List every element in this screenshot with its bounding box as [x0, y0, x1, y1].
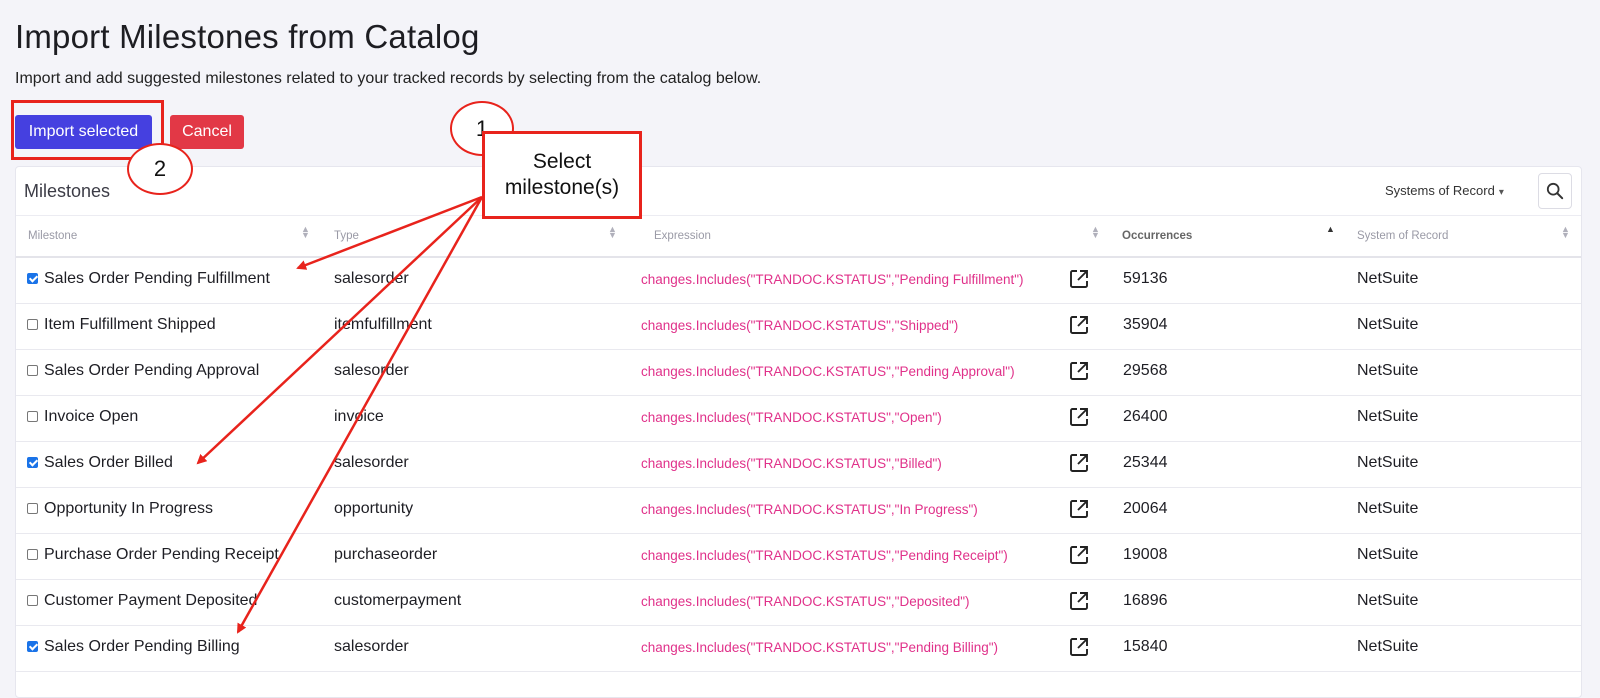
- system-of-record: NetSuite: [1357, 454, 1419, 471]
- occurrences-count: 59136: [1123, 270, 1168, 287]
- column-header-type[interactable]: Type: [334, 230, 359, 242]
- milestone-type: itemfulfillment: [334, 316, 432, 333]
- table-row: Invoice Open invoice changes.Includes("TRA…: [16, 395, 1581, 442]
- occurrences-count: 20064: [1123, 500, 1168, 517]
- table-row: Sales Order Pending Fulfillment salesorde…: [16, 257, 1581, 304]
- row-checkbox[interactable]: [27, 319, 38, 330]
- external-link-icon[interactable]: [1069, 545, 1089, 565]
- sort-icon[interactable]: ▲ ▼: [1091, 225, 1100, 240]
- milestone-name: Sales Order Billed: [44, 454, 173, 471]
- milestone-type: purchaseorder: [334, 546, 438, 563]
- milestone-name: Sales Order Pending Billing: [44, 638, 240, 655]
- occurrences-count: 19008: [1123, 546, 1168, 563]
- search-icon: [1546, 182, 1564, 200]
- table-row: Opportunity In Progress opportunity change…: [16, 487, 1581, 534]
- page-title: Import Milestones from Catalog: [15, 18, 480, 55]
- row-checkbox[interactable]: [27, 273, 38, 284]
- column-header-system-of-record[interactable]: System of Record: [1357, 230, 1448, 242]
- external-link-icon[interactable]: [1069, 269, 1089, 289]
- milestone-type: salesorder: [334, 362, 409, 379]
- system-of-record: NetSuite: [1357, 592, 1419, 609]
- table-row: Sales Order Billed salesorder changes.Incl…: [16, 441, 1581, 488]
- milestone-name: Opportunity In Progress: [44, 500, 213, 517]
- sort-icon[interactable]: ▲ ▼: [301, 225, 310, 240]
- milestone-expression: changes.Includes("TRANDOC.KSTATUS","Depo…: [641, 594, 970, 609]
- milestone-name: Invoice Open: [44, 408, 139, 425]
- milestone-type: salesorder: [334, 270, 409, 287]
- milestone-type: salesorder: [334, 454, 409, 471]
- milestone-expression: changes.Includes("TRANDOC.KSTATUS","Open…: [641, 410, 942, 425]
- filter-label: Systems of Record: [1385, 183, 1495, 198]
- milestone-expression: changes.Includes("TRANDOC.KSTATUS","In P…: [641, 502, 978, 517]
- milestone-name: Customer Payment Deposited: [44, 592, 258, 609]
- sort-icon[interactable]: ▲ ▼: [608, 225, 617, 240]
- table-row: Item Fulfillment Shipped itemfulfillment c…: [16, 303, 1581, 350]
- system-of-record: NetSuite: [1357, 638, 1419, 655]
- occurrences-count: 29568: [1123, 362, 1168, 379]
- milestone-name: Sales Order Pending Approval: [44, 362, 260, 379]
- step2-badge: 2: [127, 143, 193, 195]
- external-link-icon[interactable]: [1069, 361, 1089, 381]
- milestone-name: Item Fulfillment Shipped: [44, 316, 216, 333]
- system-of-record: NetSuite: [1357, 500, 1419, 517]
- table-row: Purchase Order Pending Receipt purchaseor…: [16, 533, 1581, 580]
- milestone-expression: changes.Includes("TRANDOC.KSTATUS","Pend…: [641, 640, 999, 655]
- step1-callout: Select milestone(s): [482, 131, 642, 219]
- search-button[interactable]: [1538, 173, 1572, 209]
- column-header-expression[interactable]: Expression: [654, 230, 711, 242]
- milestone-type: invoice: [334, 408, 384, 425]
- row-checkbox[interactable]: [27, 549, 38, 560]
- milestone-expression: changes.Includes("TRANDOC.KSTATUS","Ship…: [641, 318, 959, 333]
- occurrences-count: 35904: [1123, 316, 1168, 333]
- milestone-type: opportunity: [334, 500, 414, 517]
- occurrences-count: 25344: [1123, 454, 1168, 471]
- step2-number: 2: [153, 156, 167, 181]
- external-link-icon[interactable]: [1069, 407, 1089, 427]
- panel-title: Milestones: [24, 181, 111, 201]
- system-of-record: NetSuite: [1357, 362, 1419, 379]
- table-row: Sales Order Pending Billing salesorder cha…: [16, 625, 1581, 672]
- external-link-icon[interactable]: [1069, 637, 1089, 657]
- milestone-type: customerpayment: [334, 592, 462, 609]
- table-row: Sales Order Pending Approval salesorder ch…: [16, 349, 1581, 396]
- row-checkbox[interactable]: [27, 641, 38, 652]
- milestone-type: salesorder: [334, 638, 409, 655]
- row-checkbox[interactable]: [27, 595, 38, 606]
- callout-line1: Select: [532, 150, 592, 173]
- caret-down-icon: ▾: [1498, 187, 1504, 198]
- sort-icon[interactable]: ▲ ▼: [1561, 225, 1570, 240]
- external-link-icon[interactable]: [1069, 499, 1089, 519]
- page-subtitle: Import and add suggested milestones rela…: [15, 70, 762, 87]
- milestone-name: Sales Order Pending Fulfillment: [44, 270, 270, 287]
- external-link-icon[interactable]: [1069, 315, 1089, 335]
- row-checkbox[interactable]: [27, 457, 38, 468]
- occurrences-count: 15840: [1123, 638, 1168, 655]
- system-of-record: NetSuite: [1357, 408, 1419, 425]
- sort-ascending-icon[interactable]: ▲: [1326, 225, 1335, 234]
- milestone-expression: changes.Includes("TRANDOC.KSTATUS","Bill…: [641, 456, 942, 471]
- milestones-panel: Milestones Systems of Record ▾ Milestone …: [15, 166, 1582, 698]
- row-checkbox[interactable]: [27, 503, 38, 514]
- cancel-button[interactable]: Cancel: [170, 115, 244, 149]
- table-header: Milestone ▲ ▼ Type ▲ ▼ Expression ▲ ▼ Occur…: [16, 215, 1581, 258]
- callout-line2: milestone(s): [504, 176, 620, 199]
- milestone-name: Purchase Order Pending Receipt: [44, 546, 279, 563]
- row-checkbox[interactable]: [27, 411, 38, 422]
- column-header-milestone[interactable]: Milestone: [28, 230, 77, 242]
- systems-of-record-dropdown[interactable]: Systems of Record ▾: [1385, 183, 1504, 198]
- milestone-expression: changes.Includes("TRANDOC.KSTATUS","Pend…: [641, 272, 1024, 287]
- system-of-record: NetSuite: [1357, 316, 1419, 333]
- milestone-expression: changes.Includes("TRANDOC.KSTATUS","Pend…: [641, 364, 1015, 379]
- external-link-icon[interactable]: [1069, 591, 1089, 611]
- row-checkbox[interactable]: [27, 365, 38, 376]
- occurrences-count: 26400: [1123, 408, 1168, 425]
- occurrences-count: 16896: [1123, 592, 1168, 609]
- column-header-occurrences[interactable]: Occurrences: [1122, 230, 1192, 242]
- table-row: Customer Payment Deposited customerpaymen…: [16, 579, 1581, 626]
- milestone-expression: changes.Includes("TRANDOC.KSTATUS","Pend…: [641, 548, 1008, 563]
- system-of-record: NetSuite: [1357, 270, 1419, 287]
- system-of-record: NetSuite: [1357, 546, 1419, 563]
- external-link-icon[interactable]: [1069, 453, 1089, 473]
